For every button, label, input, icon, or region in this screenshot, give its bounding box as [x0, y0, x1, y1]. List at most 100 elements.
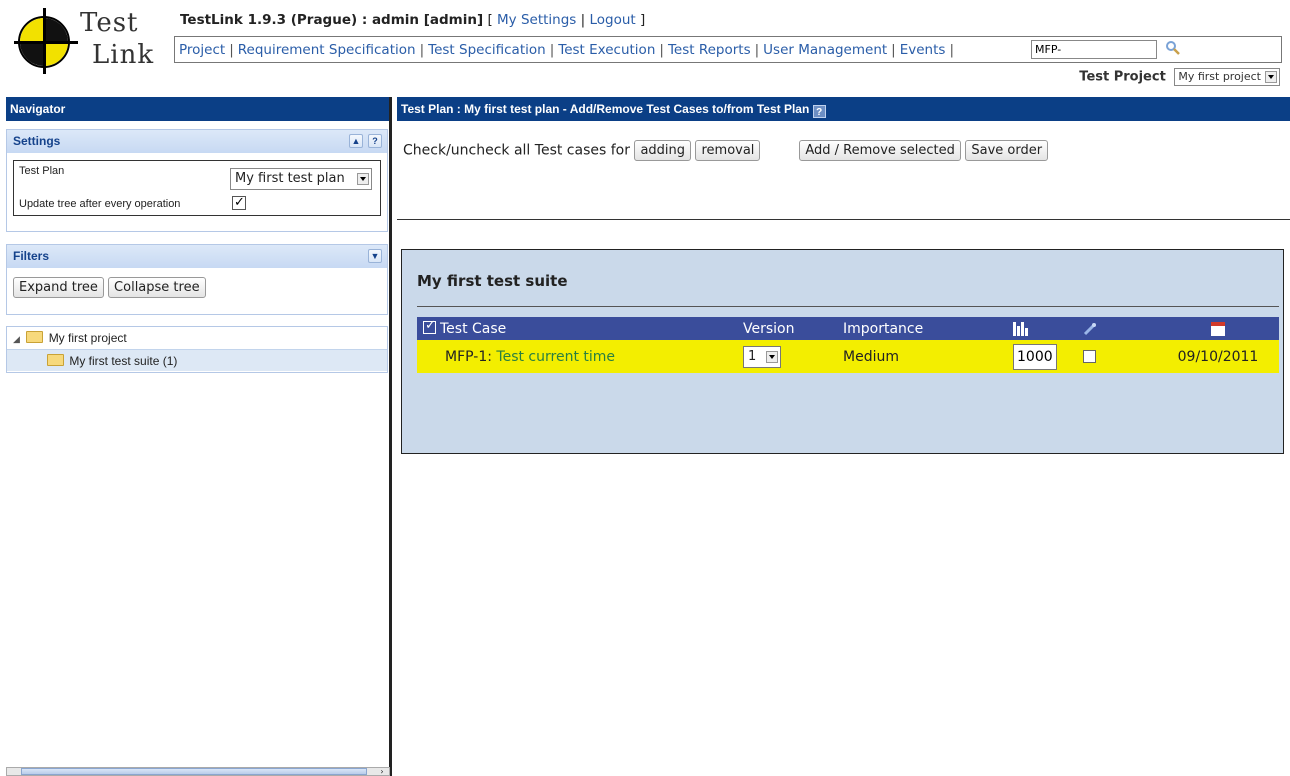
- logout-link[interactable]: Logout: [589, 12, 635, 28]
- testlink-logo[interactable]: Test Link: [14, 6, 164, 76]
- test-case-cell: MFP-1: Test current time: [417, 340, 737, 373]
- testcase-search-input[interactable]: [1031, 40, 1157, 59]
- navigator-title: Navigator: [6, 97, 389, 121]
- content-title: Test Plan : My first test plan - Add/Rem…: [401, 102, 810, 116]
- title-separator: |: [576, 12, 590, 28]
- column-header-version: Version: [737, 317, 837, 340]
- suite-divider: [417, 306, 1279, 307]
- app-title-line: TestLink 1.9.3 (Prague) : admin [admin] …: [180, 12, 645, 28]
- version-cell: 1: [737, 340, 837, 373]
- test-project-select[interactable]: My first project: [1174, 68, 1280, 86]
- collapse-up-icon[interactable]: ▲: [349, 134, 363, 148]
- column-header-order: [1007, 317, 1077, 340]
- test-plan-select[interactable]: My first test plan: [230, 168, 372, 190]
- settings-panel-header: Settings ▲ ?: [7, 130, 387, 153]
- test-case-link[interactable]: Test current time: [496, 349, 615, 365]
- tree-node-suite-label: My first test suite (1): [69, 354, 178, 368]
- check-uncheck-label: Check/uncheck all Test cases for: [403, 142, 630, 159]
- table-header-row: Test Case Version Importance: [417, 317, 1279, 340]
- filters-panel-header: Filters ▼: [7, 245, 387, 268]
- menu-separator: |: [229, 42, 234, 58]
- logo-text-test: Test: [80, 8, 139, 38]
- menu-requirement-specification[interactable]: Requirement Specification: [238, 42, 416, 58]
- menu-separator: |: [754, 42, 760, 58]
- collapse-tree-button[interactable]: Collapse tree: [108, 277, 206, 298]
- bracket-close: ]: [635, 12, 646, 28]
- column-header-test-case: Test Case: [417, 317, 737, 340]
- menu-separator: |: [949, 42, 955, 58]
- adding-button[interactable]: adding: [634, 140, 692, 161]
- dropdown-arrow-icon: [766, 350, 778, 363]
- app-title: TestLink 1.9.3 (Prague) : admin [admin]: [180, 12, 484, 28]
- tree-panel: ◢ My first project My first test suite (…: [6, 326, 388, 373]
- remove-checkbox[interactable]: [1083, 350, 1096, 363]
- tree-node-suite[interactable]: My first test suite (1): [7, 349, 387, 371]
- select-all-checkbox[interactable]: [423, 318, 436, 334]
- navigator-horizontal-scrollbar[interactable]: ›: [6, 767, 390, 776]
- filters-title: Filters: [13, 249, 50, 263]
- tree-expander-icon[interactable]: ◢: [13, 334, 23, 345]
- bracket-open: [: [483, 12, 498, 28]
- test-plan-selected: My first test plan: [235, 171, 345, 186]
- folder-icon: [47, 354, 64, 366]
- link-icon: [1083, 322, 1097, 336]
- menu-test-reports[interactable]: Test Reports: [668, 42, 751, 58]
- dropdown-arrow-icon: [357, 173, 369, 185]
- test-case-table: Test Case Version Importance: [417, 317, 1279, 373]
- my-settings-link[interactable]: My Settings: [497, 12, 576, 28]
- menu-test-specification[interactable]: Test Specification: [428, 42, 546, 58]
- version-select[interactable]: 1: [743, 345, 781, 368]
- main-content: Test Plan : My first test plan - Add/Rem…: [397, 97, 1290, 776]
- header: Test Link TestLink 1.9.3 (Prague) : admi…: [0, 0, 1290, 92]
- menu-user-management[interactable]: User Management: [763, 42, 887, 58]
- tree-node-project[interactable]: ◢ My first project: [7, 327, 387, 349]
- menu-separator: |: [549, 42, 555, 58]
- date-cell: 09/10/2011: [1157, 340, 1279, 373]
- order-cell: [1007, 340, 1077, 373]
- help-icon[interactable]: ?: [368, 134, 382, 148]
- test-suite-box: My first test suite Test Case Version Im…: [401, 249, 1284, 454]
- scrollbar-thumb[interactable]: [21, 768, 367, 775]
- content-header: Test Plan : My first test plan - Add/Rem…: [397, 97, 1290, 121]
- version-selected: 1: [748, 348, 757, 364]
- settings-panel: Settings ▲ ? Test Plan My first test pla…: [6, 129, 388, 232]
- main-menu-bar: Project | Requirement Specification | Test S…: [174, 36, 1282, 63]
- menu-separator: |: [659, 42, 664, 58]
- column-header-importance: Importance: [837, 317, 1007, 340]
- scroll-right-icon[interactable]: ›: [375, 768, 389, 776]
- menu-test-execution[interactable]: Test Execution: [558, 42, 655, 58]
- logo-text-link: Link: [92, 40, 155, 70]
- chevron-down-icon[interactable]: ▼: [368, 249, 382, 263]
- column-header-date: [1157, 317, 1279, 340]
- dropdown-arrow-icon: [1265, 71, 1277, 83]
- add-remove-selected-button[interactable]: Add / Remove selected: [799, 140, 961, 161]
- menu-events[interactable]: Events: [900, 42, 946, 58]
- tree-node-project-label: My first project: [48, 331, 127, 345]
- search-icon[interactable]: [1165, 40, 1181, 56]
- test-suite-title: My first test suite: [417, 272, 568, 290]
- test-plan-label: Test Plan: [19, 165, 65, 177]
- column-test-case-label: Test Case: [440, 320, 507, 337]
- filters-panel: Filters ▼ Expand tree Collapse tree: [6, 244, 388, 315]
- update-tree-checkbox[interactable]: [232, 194, 246, 210]
- removal-button[interactable]: removal: [695, 140, 761, 161]
- expand-tree-button[interactable]: Expand tree: [13, 277, 104, 298]
- settings-body: Test Plan My first test plan Update tree…: [13, 160, 381, 216]
- menu-project[interactable]: Project: [179, 42, 225, 58]
- test-project-label: Test Project: [1079, 69, 1166, 85]
- content-divider: [397, 219, 1290, 220]
- test-project-selector-row: Test Project My first project: [1079, 68, 1280, 86]
- remove-cell: [1077, 340, 1157, 373]
- table-row: MFP-1: Test current time 1 Medium 1000 0…: [417, 340, 1279, 373]
- execution-order-input[interactable]: [1013, 343, 1057, 370]
- menu-separator: |: [891, 42, 896, 58]
- save-order-button[interactable]: Save order: [965, 140, 1049, 161]
- help-icon[interactable]: ?: [812, 105, 826, 118]
- update-tree-label: Update tree after every operation: [19, 198, 181, 210]
- importance-cell: Medium: [837, 340, 1007, 373]
- settings-title: Settings: [13, 134, 61, 148]
- order-icon: [1013, 321, 1028, 336]
- filters-body: Expand tree Collapse tree: [7, 268, 387, 307]
- test-project-selected: My first project: [1178, 70, 1261, 83]
- menu-separator: |: [419, 42, 425, 58]
